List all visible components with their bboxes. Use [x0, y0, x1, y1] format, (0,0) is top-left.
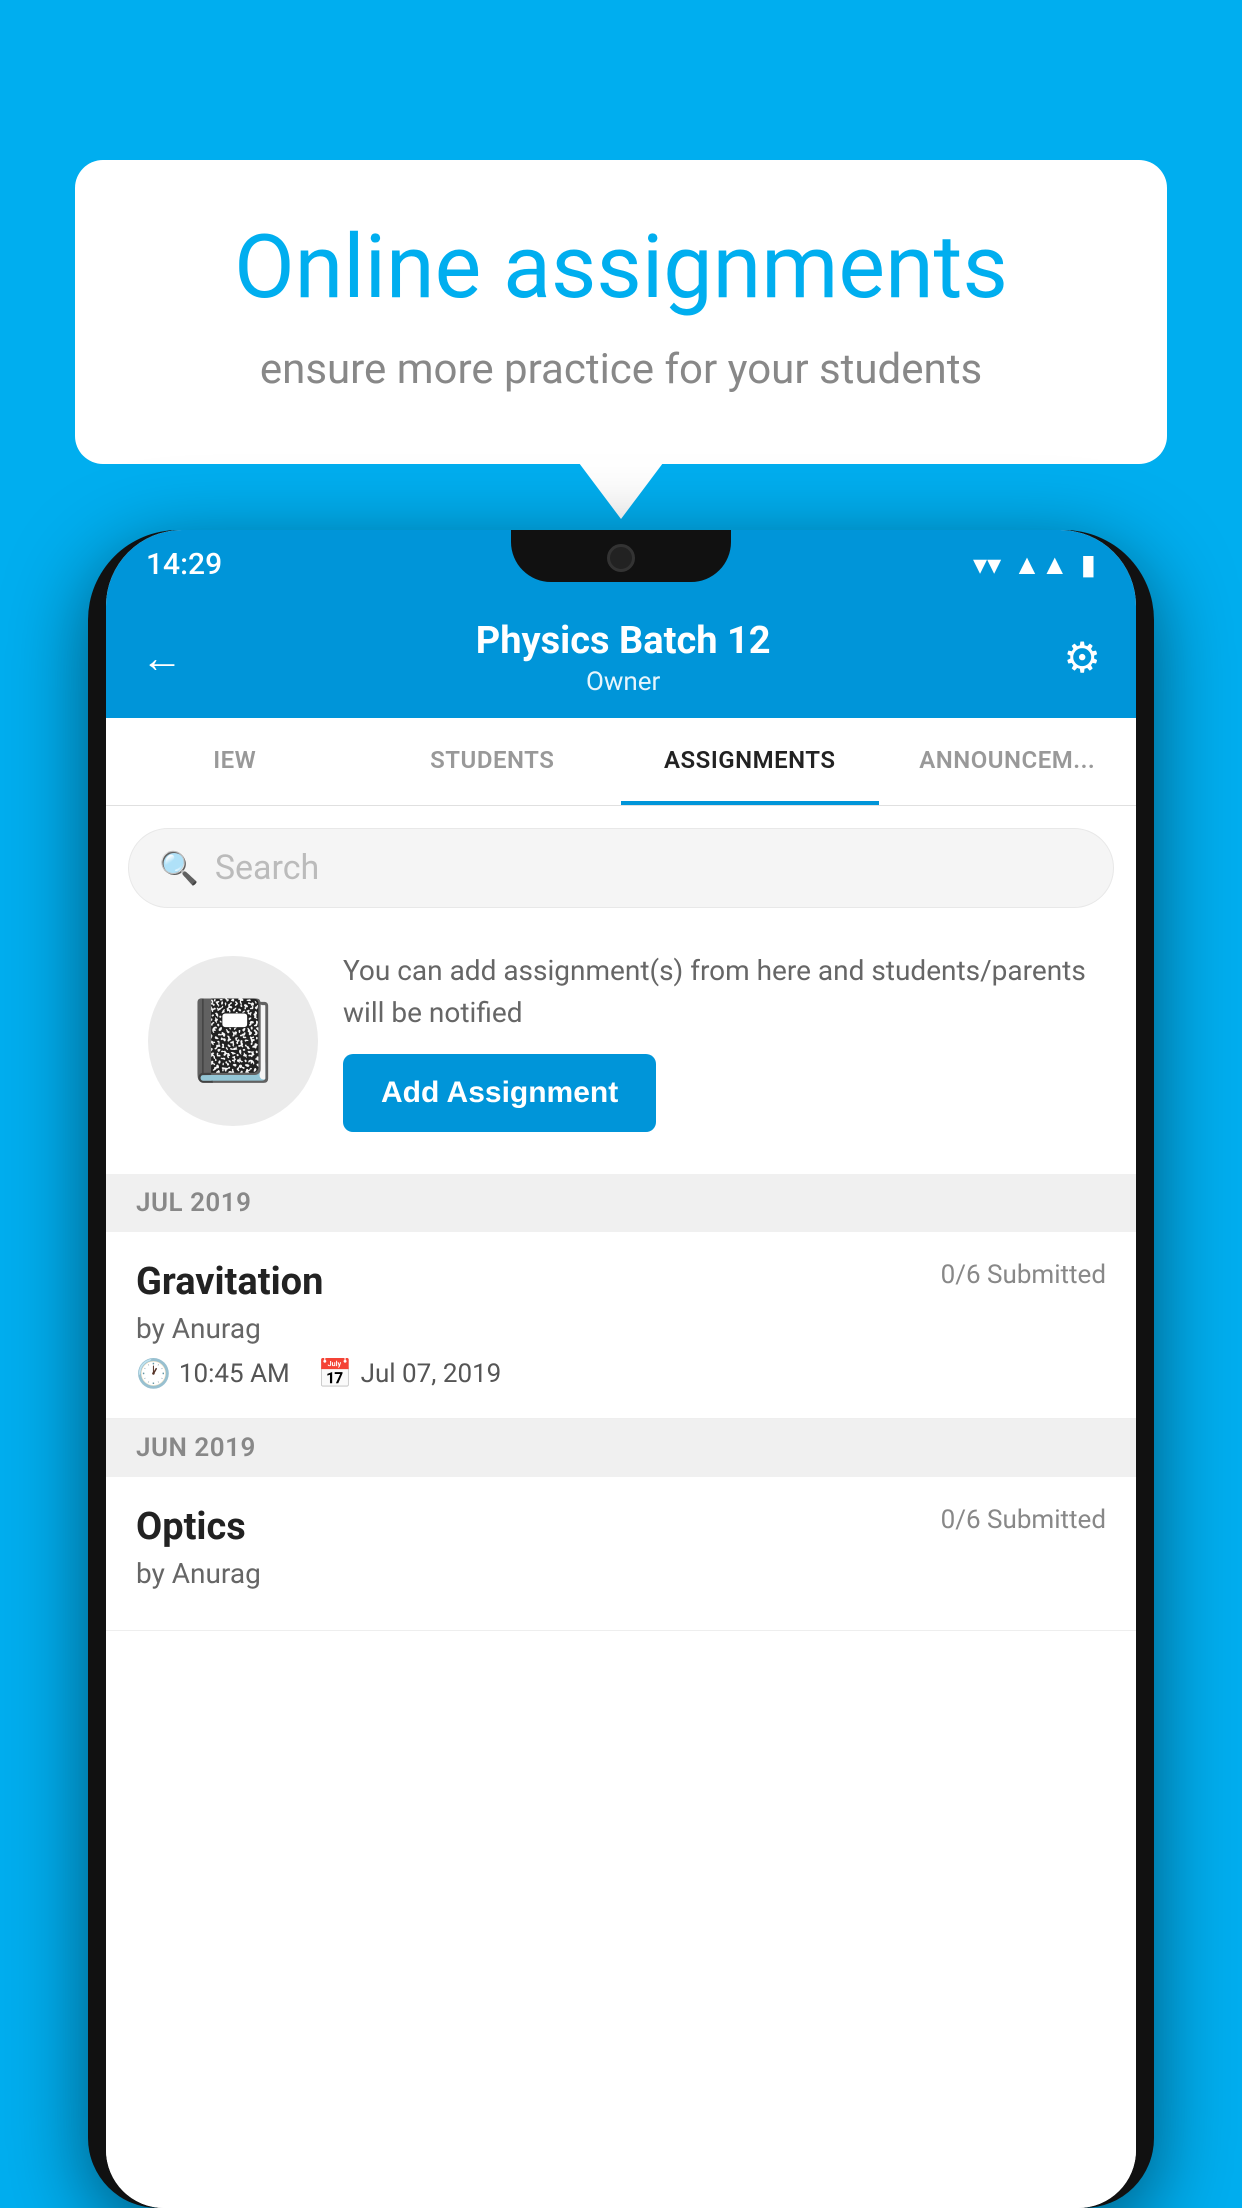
- status-icons: ▾▾ ▲▲ ▮: [973, 548, 1096, 581]
- assignment-author: by Anurag: [136, 1312, 1106, 1345]
- header-title: Physics Batch 12: [476, 619, 771, 663]
- empty-state-description: You can add assignment(s) from here and …: [343, 950, 1094, 1034]
- header-subtitle: Owner: [476, 667, 771, 697]
- content-area: 🔍 Search 📓 You can add assignment(s) fro…: [106, 806, 1136, 2208]
- search-placeholder: Search: [215, 848, 319, 888]
- phone-screen: 14:29 ▾▾ ▲▲ ▮ ← Physics Batch 12 Owner ⚙: [106, 530, 1136, 2208]
- phone-frame: 14:29 ▾▾ ▲▲ ▮ ← Physics Batch 12 Owner ⚙: [88, 530, 1154, 2208]
- clock-icon: 🕐: [136, 1357, 171, 1390]
- assignment-submitted-2: 0/6 Submitted: [941, 1505, 1106, 1535]
- tab-assignments[interactable]: ASSIGNMENTS: [621, 718, 879, 805]
- bubble-title: Online assignments: [145, 220, 1097, 317]
- assignment-author-2: by Anurag: [136, 1557, 1106, 1590]
- phone-wrapper: 14:29 ▾▾ ▲▲ ▮ ← Physics Batch 12 Owner ⚙: [88, 530, 1154, 2208]
- status-time: 14:29: [146, 547, 222, 582]
- tab-overview[interactable]: IEW: [106, 718, 364, 805]
- notebook-icon: 📓: [183, 994, 283, 1088]
- section-header-jul: JUL 2019: [106, 1174, 1136, 1232]
- search-icon: 🔍: [159, 849, 199, 887]
- section-header-jun: JUN 2019: [106, 1419, 1136, 1477]
- empty-state-text: You can add assignment(s) from here and …: [343, 950, 1094, 1132]
- calendar-icon: 📅: [318, 1357, 353, 1390]
- phone-camera: [607, 544, 635, 572]
- assignment-item-optics[interactable]: Optics 0/6 Submitted by Anurag: [106, 1477, 1136, 1631]
- assignment-time: 🕐 10:45 AM: [136, 1357, 290, 1390]
- add-assignment-button[interactable]: Add Assignment: [343, 1054, 656, 1132]
- search-bar[interactable]: 🔍 Search: [128, 828, 1114, 908]
- phone-notch: [511, 530, 731, 582]
- assignment-name-2: Optics: [136, 1505, 246, 1549]
- assignment-item-gravitation[interactable]: Gravitation 0/6 Submitted by Anurag 🕐 10…: [106, 1232, 1136, 1419]
- tabs-bar: IEW STUDENTS ASSIGNMENTS ANNOUNCEM...: [106, 718, 1136, 806]
- app-header: ← Physics Batch 12 Owner ⚙: [106, 598, 1136, 718]
- bubble-subtitle: ensure more practice for your students: [145, 345, 1097, 394]
- assignment-row-top: Gravitation 0/6 Submitted: [136, 1260, 1106, 1304]
- speech-bubble: Online assignments ensure more practice …: [75, 160, 1167, 464]
- empty-state-icon-circle: 📓: [148, 956, 318, 1126]
- assignment-submitted: 0/6 Submitted: [941, 1260, 1106, 1290]
- tab-announcements[interactable]: ANNOUNCEM...: [879, 718, 1137, 805]
- assignment-meta: 🕐 10:45 AM 📅 Jul 07, 2019: [136, 1357, 1106, 1390]
- assignment-date: 📅 Jul 07, 2019: [318, 1357, 502, 1390]
- assignment-row-top-2: Optics 0/6 Submitted: [136, 1505, 1106, 1549]
- assignment-name: Gravitation: [136, 1260, 323, 1304]
- back-button[interactable]: ←: [141, 634, 183, 683]
- header-title-block: Physics Batch 12 Owner: [476, 619, 771, 697]
- empty-state-card: 📓 You can add assignment(s) from here an…: [128, 926, 1114, 1156]
- wifi-icon: ▾▾: [973, 548, 1001, 581]
- settings-icon[interactable]: ⚙: [1063, 633, 1101, 683]
- signal-icon: ▲▲: [1013, 548, 1068, 581]
- tab-students[interactable]: STUDENTS: [364, 718, 622, 805]
- battery-icon: ▮: [1081, 548, 1096, 581]
